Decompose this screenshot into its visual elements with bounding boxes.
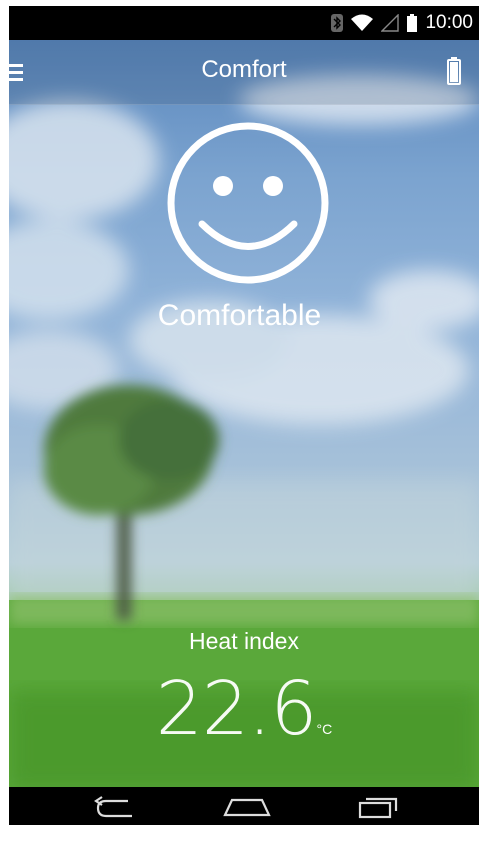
signal-icon: [381, 14, 400, 32]
heat-index-unit: °C: [316, 721, 333, 737]
status-icons: 10:00: [331, 6, 473, 40]
wifi-icon: [351, 14, 374, 31]
app-bar: Comfort: [9, 40, 479, 105]
heat-index-label: Heat index: [189, 628, 299, 654]
phone-screen: 10:00 Comfort Comfortable Heat index 22.…: [9, 6, 479, 825]
recent-apps-icon: [358, 797, 398, 819]
home-button[interactable]: [217, 792, 277, 822]
smiley-face-icon: [167, 122, 329, 284]
heat-index-value: 22.6: [155, 666, 318, 752]
recent-apps-button[interactable]: [348, 792, 408, 822]
back-icon: [94, 796, 132, 818]
comfort-status-label: Comfortable: [157, 299, 322, 332]
battery-icon[interactable]: [447, 57, 461, 85]
home-icon: [223, 798, 271, 817]
status-bar: 10:00: [9, 6, 479, 40]
heat-index-reading: 22.6°C: [9, 666, 479, 752]
navigation-bar: [9, 787, 479, 825]
status-time: 10:00: [425, 12, 473, 33]
back-button[interactable]: [86, 792, 146, 822]
app-title: Comfort: [201, 56, 287, 83]
battery-status-icon: [407, 14, 418, 32]
bluetooth-icon: [331, 14, 344, 32]
